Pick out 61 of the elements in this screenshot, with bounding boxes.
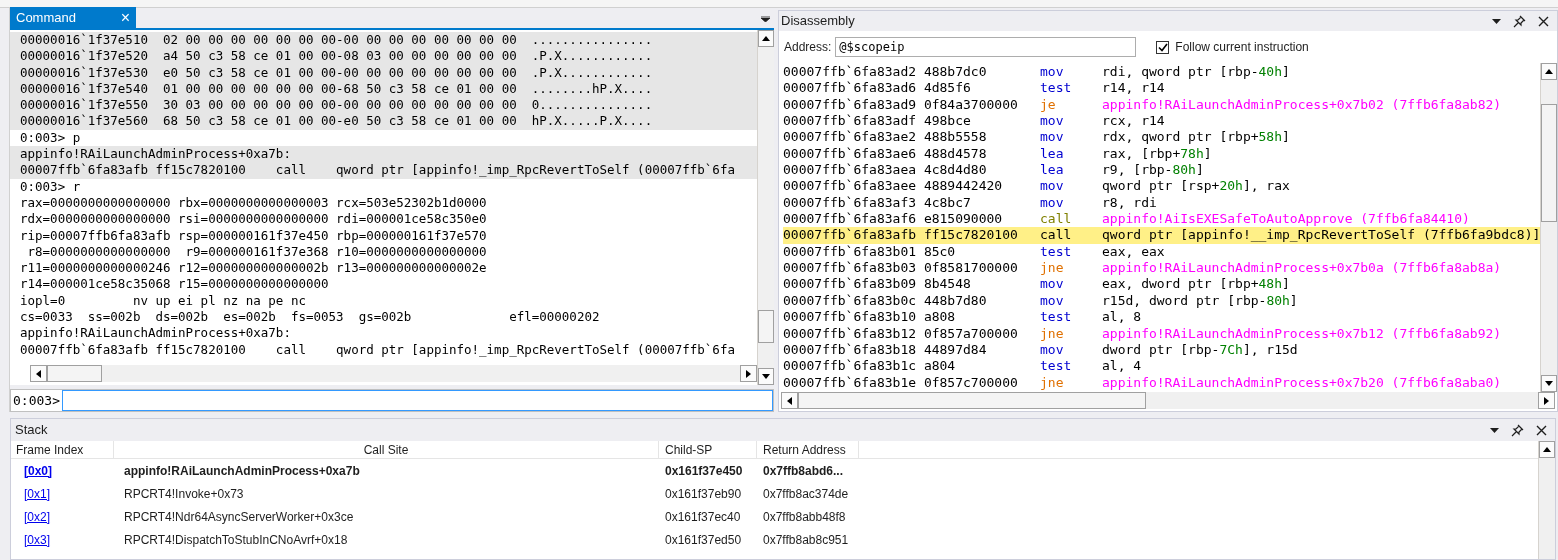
panel-title: Stack — [14, 421, 48, 440]
frame-link[interactable]: [0x3] — [24, 532, 50, 547]
tab-label: Command — [16, 8, 76, 27]
dropdown-caret-icon[interactable] — [1492, 18, 1502, 24]
close-icon[interactable] — [1536, 424, 1547, 436]
return-address-cell-text: 0x7ffb8abb48f8 — [762, 508, 847, 526]
return-address-cell-text: 0x7ffb8abd6... — [762, 462, 845, 480]
child-sp-cell-text: 0x161f37ec40 — [664, 508, 742, 526]
horizontal-scrollbar[interactable] — [30, 365, 757, 383]
return-address-cell-text: 0x7ffb8ab8c951 — [762, 531, 850, 549]
pin-icon[interactable] — [1513, 14, 1527, 28]
stack-row[interactable]: [0x2] RPCRT4!Ndr64AsyncServerWorker+0x3ce 0x161f37ec40 0x7ffb8abb48f8 — [11, 505, 1538, 528]
child-sp-cell-text: 0x161f37eb90 — [664, 485, 743, 503]
disassembly-row[interactable]: 00007ffb`6fa83afb ff15c7820100 call qword ptr [appinfo!__imp_RpcRevertToSelf (7ffb6fa9bdc8)] — [783, 227, 1541, 244]
address-field[interactable]: @$scopeip — [835, 37, 1137, 57]
follow-label: Follow current instruction — [1175, 39, 1309, 56]
scrollbar-thumb[interactable] — [798, 392, 1146, 409]
return-address-cell-text: 0x7ffb8ac374de — [762, 485, 850, 503]
scroll-down-icon — [762, 374, 770, 380]
column-header[interactable]: Frame Index — [11, 441, 114, 458]
dropdown-caret-icon[interactable] — [761, 16, 770, 22]
scroll-left-icon — [36, 369, 41, 378]
child-sp-cell-text: 0x161f37e450 — [664, 462, 744, 480]
scrollbar-thumb[interactable] — [758, 310, 774, 343]
child-sp-cell-text: 0x161f37ed50 — [664, 531, 743, 549]
panel-title: Disassembly — [780, 12, 855, 31]
stack-row[interactable]: [0x3] RPCRT4!DispatchToStubInCNoAvrf+0x18 0x161f37ed50 0x7ffb8ab8c951 — [11, 528, 1538, 551]
frame-link[interactable]: [0x0] — [24, 463, 52, 478]
command-tab[interactable]: Command × — [10, 7, 136, 28]
checkmark-icon — [1157, 42, 1168, 52]
frame-link[interactable]: [0x2] — [24, 509, 50, 524]
scroll-up-icon — [1545, 69, 1554, 74]
tab-close-button[interactable]: × — [120, 9, 130, 26]
stack-row[interactable]: [0x0] appinfo!RAiLaunchAdminProcess+0xa7b 0x161f37e450 0x7ffb8abd6... — [11, 459, 1538, 482]
scrollbar-thumb[interactable] — [47, 365, 103, 383]
call-site-cell-text: RPCRT4!DispatchToStubInCNoAvrf+0x18 — [123, 531, 349, 549]
scrollbar-thumb[interactable] — [1541, 103, 1558, 222]
scroll-up-icon — [762, 36, 770, 41]
pin-icon[interactable] — [1511, 423, 1524, 437]
dropdown-caret-icon[interactable] — [1490, 427, 1499, 433]
frame-link[interactable]: [0x1] — [24, 486, 50, 501]
address-label: Address: — [784, 39, 832, 56]
scroll-up-icon — [1543, 447, 1551, 452]
call-site-cell-text: appinfo!RAiLaunchAdminProcess+0xa7b — [123, 462, 361, 480]
command-prompt: 0:003> — [12, 391, 61, 410]
stack-row[interactable]: [0x1] RPCRT4!Invoke+0x73 0x161f37eb90 0x7ffb8ac374de — [11, 482, 1538, 505]
call-site-cell-text: RPCRT4!Invoke+0x73 — [123, 485, 245, 503]
close-icon[interactable] — [1538, 15, 1550, 27]
vertical-scrollbar[interactable] — [757, 30, 774, 386]
call-site-cell-text: RPCRT4!Ndr64AsyncServerWorker+0x3ce — [123, 508, 355, 526]
scroll-right-icon — [1544, 396, 1550, 405]
scroll-right-icon — [746, 369, 751, 378]
vertical-scrollbar[interactable] — [1540, 63, 1558, 392]
column-header[interactable]: Return Address — [757, 441, 859, 458]
horizontal-scrollbar[interactable] — [781, 392, 1556, 409]
column-header[interactable]: Child-SP — [659, 441, 757, 458]
scroll-left-icon — [787, 396, 792, 405]
scroll-down-icon — [1545, 381, 1554, 386]
column-header[interactable]: Call Site — [114, 441, 659, 458]
follow-checkbox[interactable] — [1156, 40, 1170, 54]
command-input[interactable] — [61, 390, 773, 411]
